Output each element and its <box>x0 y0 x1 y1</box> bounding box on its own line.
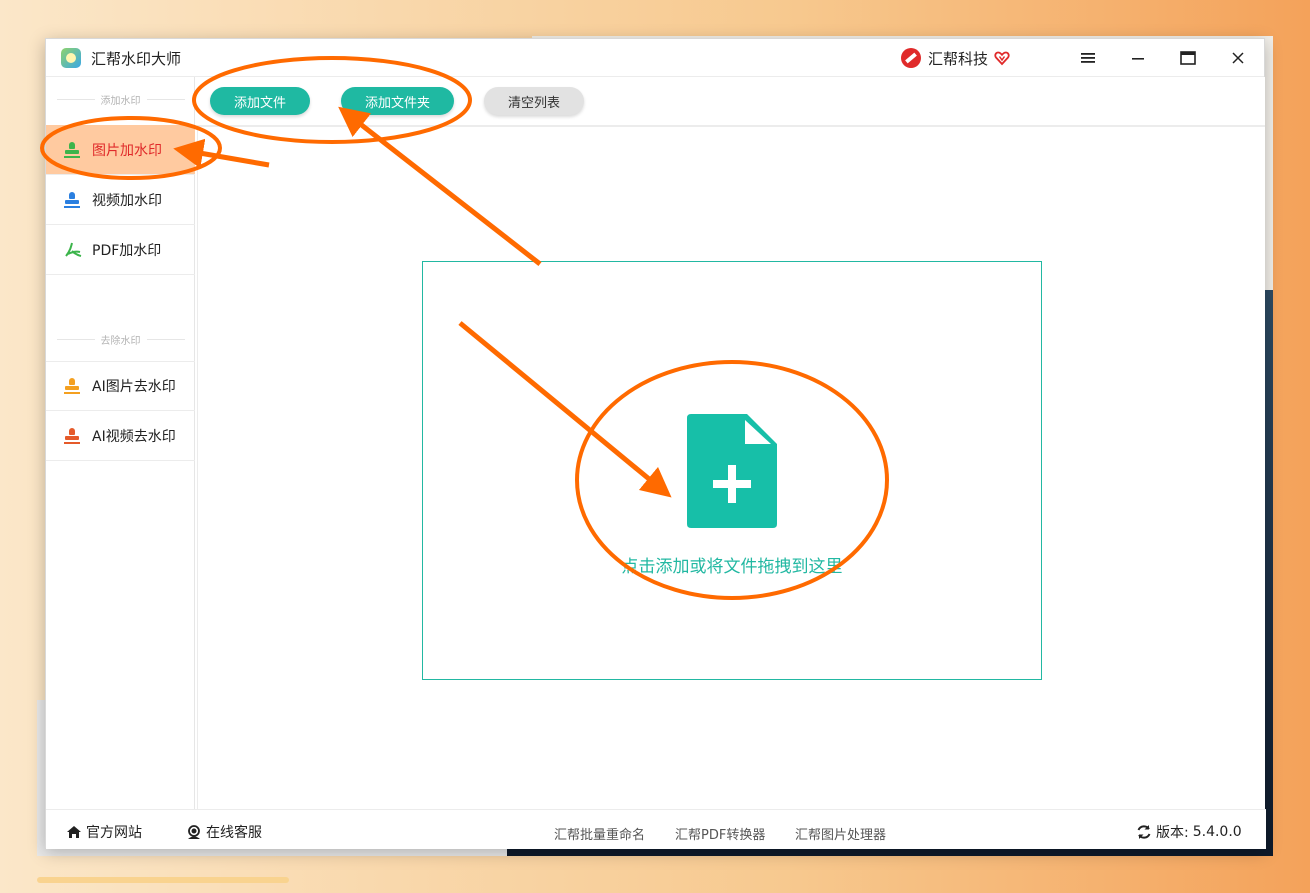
version-label: 版本: <box>1156 825 1189 841</box>
online-support-label: 在线客服 <box>206 825 262 841</box>
sidebar-item-image-watermark[interactable]: 图片加水印 <box>46 125 195 175</box>
batch-rename-link[interactable]: 汇帮批量重命名 <box>554 824 645 843</box>
close-button[interactable] <box>1213 39 1263 77</box>
status-bar: 官方网站 在线客服 汇帮批量重命名 汇帮PDF转换器 汇帮图片处理器 版本: 5… <box>46 809 1266 849</box>
add-file-button[interactable]: 添加文件 <box>210 87 310 115</box>
sidebar-item-label: AI图片去水印 <box>92 379 176 395</box>
sidebar-item-label: 图片加水印 <box>92 142 162 159</box>
app-logo-icon <box>61 48 81 68</box>
brand-logo-icon <box>901 48 921 68</box>
brand[interactable]: 汇帮科技 <box>901 47 1010 69</box>
version-number: 5.4.0.0 <box>1192 824 1242 840</box>
maximize-button[interactable] <box>1163 39 1213 77</box>
file-dropzone[interactable]: 点击添加或将文件拖拽到这里 <box>422 261 1042 680</box>
ai-image-stamp-icon <box>64 378 80 394</box>
home-icon <box>67 826 81 838</box>
dropzone-hint: 点击添加或将文件拖拽到这里 <box>621 557 843 577</box>
sidebar: 添加水印 图片加水印 视频加水印 PDF加水印 去除水印 AI图片去水印 AI视… <box>46 77 195 847</box>
minimize-icon <box>1132 58 1144 60</box>
menu-button[interactable] <box>1063 39 1113 77</box>
support-agent-icon <box>188 825 200 839</box>
sidebar-group-label: 去除水印 <box>100 335 141 347</box>
sidebar-item-pdf-watermark[interactable]: PDF加水印 <box>46 225 195 275</box>
image-stamp-icon <box>64 141 80 158</box>
pdf-icon <box>64 242 82 258</box>
add-folder-button[interactable]: 添加文件夹 <box>341 87 454 115</box>
app-window: 汇帮水印大师 汇帮科技 添加水印 图片加水印 视频加水印 PDF加水印 去除水印… <box>45 38 1266 849</box>
official-website-link[interactable]: 官方网站 <box>66 822 142 842</box>
hamburger-icon <box>1081 53 1095 63</box>
clear-list-button[interactable]: 清空列表 <box>484 87 584 115</box>
sidebar-group-label: 添加水印 <box>100 95 141 107</box>
sidebar-item-label: 视频加水印 <box>92 192 162 209</box>
main-area: 点击添加或将文件拖拽到这里 <box>197 125 1265 809</box>
file-add-icon <box>687 414 777 528</box>
pdf-converter-link[interactable]: 汇帮PDF转换器 <box>675 824 765 843</box>
version-info[interactable]: 版本: 5.4.0.0 <box>1136 822 1242 842</box>
online-support-link[interactable]: 在线客服 <box>186 822 262 842</box>
video-stamp-icon <box>64 191 80 208</box>
sidebar-item-label: AI视频去水印 <box>92 428 176 445</box>
close-icon <box>1232 52 1244 64</box>
sidebar-group-add: 添加水印 <box>46 77 195 121</box>
background-accent-line <box>37 877 289 883</box>
sidebar-item-ai-video-remove[interactable]: AI视频去水印 <box>46 411 195 461</box>
refresh-icon <box>1137 825 1151 839</box>
title-bar: 汇帮水印大师 汇帮科技 <box>46 39 1264 77</box>
image-processor-link[interactable]: 汇帮图片处理器 <box>795 824 886 843</box>
app-title: 汇帮水印大师 <box>91 50 182 68</box>
sidebar-item-video-watermark[interactable]: 视频加水印 <box>46 175 195 225</box>
minimize-button[interactable] <box>1113 39 1163 77</box>
ai-video-stamp-icon <box>64 427 80 444</box>
brand-name: 汇帮科技 <box>928 49 989 68</box>
sidebar-item-ai-image-remove[interactable]: AI图片去水印 <box>46 361 195 411</box>
maximize-icon <box>1180 51 1196 65</box>
sidebar-item-label: PDF加水印 <box>92 242 162 259</box>
sidebar-group-remove: 去除水印 <box>46 317 195 361</box>
official-website-label: 官方网站 <box>86 825 142 841</box>
vip-heart-icon <box>994 51 1010 66</box>
